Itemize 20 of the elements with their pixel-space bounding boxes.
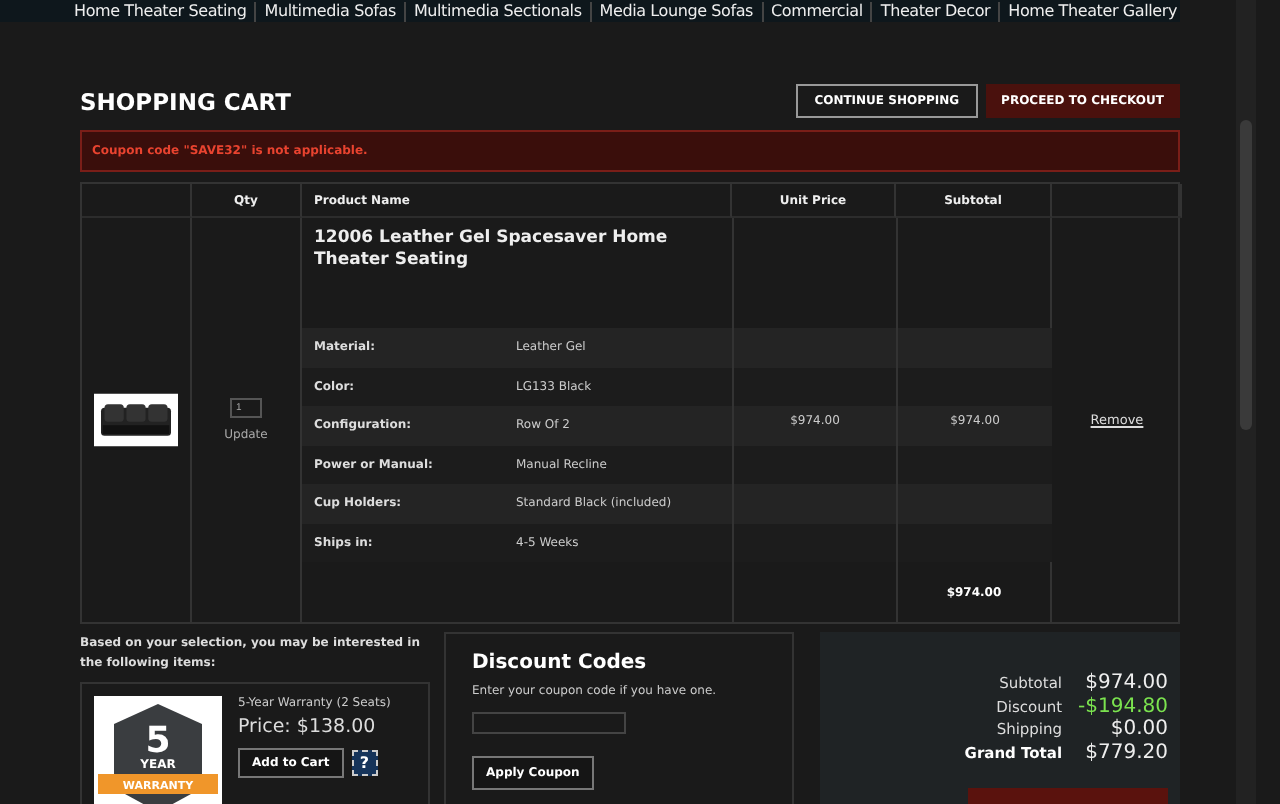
nav-link[interactable]: Commercial (761, 2, 871, 22)
total-value: -$194.80 (1078, 695, 1168, 718)
total-value: $974.00 (1083, 672, 1168, 695)
total-value: $779.20 (1083, 741, 1168, 764)
product-name: 12006 Leather Gel Spacesaver Home Theater Seating (312, 226, 670, 274)
nav-link[interactable]: Media Lounge Sofas (589, 2, 762, 22)
sofa-thumbnail (94, 390, 178, 450)
coupon-field[interactable] (472, 712, 626, 734)
nav-link[interactable]: Multimedia Sofas (254, 2, 404, 22)
nav-link[interactable]: Home Theater Seating (66, 2, 255, 22)
page-title: SHOPPING CART (80, 87, 291, 115)
nav-link[interactable]: Home Theater Gallery (998, 2, 1185, 22)
scrollbar[interactable] (1236, 0, 1256, 804)
nav-link[interactable]: Multimedia Sectionals (403, 2, 590, 22)
nav-link[interactable]: Theater Decor (870, 2, 999, 22)
product-price: Price: $138.00 (238, 716, 378, 738)
checkout-button[interactable] (968, 788, 1168, 804)
panel-title: Discount Codes (472, 652, 649, 674)
total-value: $0.00 (1108, 718, 1168, 741)
help-button[interactable]: ? (351, 750, 378, 776)
